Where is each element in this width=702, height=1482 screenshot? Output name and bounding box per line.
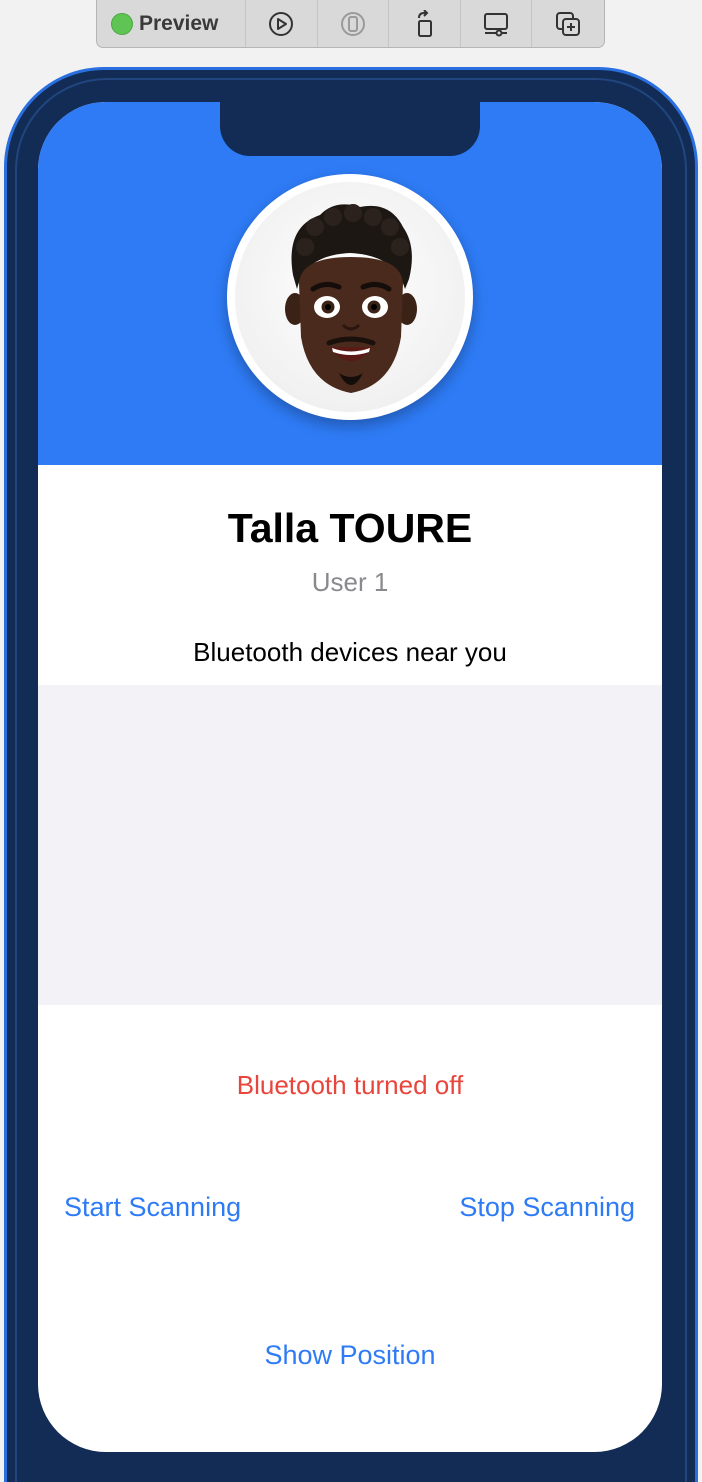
duplicate-icon [556, 11, 581, 36]
phone-notch [220, 102, 480, 156]
device-icon [341, 11, 366, 36]
display-settings-icon [484, 12, 509, 36]
rotate-button[interactable] [389, 0, 461, 47]
bluetooth-device-list[interactable] [38, 685, 662, 1005]
memoji-avatar-icon [285, 204, 417, 393]
stop-scanning-button[interactable]: Stop Scanning [459, 1192, 635, 1223]
device-preview-button[interactable] [318, 0, 390, 47]
live-preview-button[interactable] [246, 0, 318, 47]
start-scanning-button[interactable]: Start Scanning [64, 1192, 241, 1223]
device-settings-button[interactable] [461, 0, 533, 47]
avatar [227, 174, 473, 420]
play-icon [269, 11, 294, 36]
bluetooth-status: Bluetooth turned off [236, 1070, 464, 1100]
show-position-button[interactable]: Show Position [38, 1340, 662, 1371]
preview-label: Preview [139, 11, 219, 35]
rotate-icon [417, 9, 432, 37]
preview-status[interactable]: Preview [97, 0, 247, 47]
preview-toolbar: Preview [96, 0, 605, 48]
duplicate-preview-button[interactable] [532, 0, 604, 47]
user-subtitle: User 1 [311, 567, 389, 597]
avatar-image [235, 182, 465, 412]
status-indicator-icon [111, 12, 133, 35]
user-name: Talla TOURE [227, 505, 473, 551]
devices-section-title: Bluetooth devices near you [193, 637, 507, 667]
